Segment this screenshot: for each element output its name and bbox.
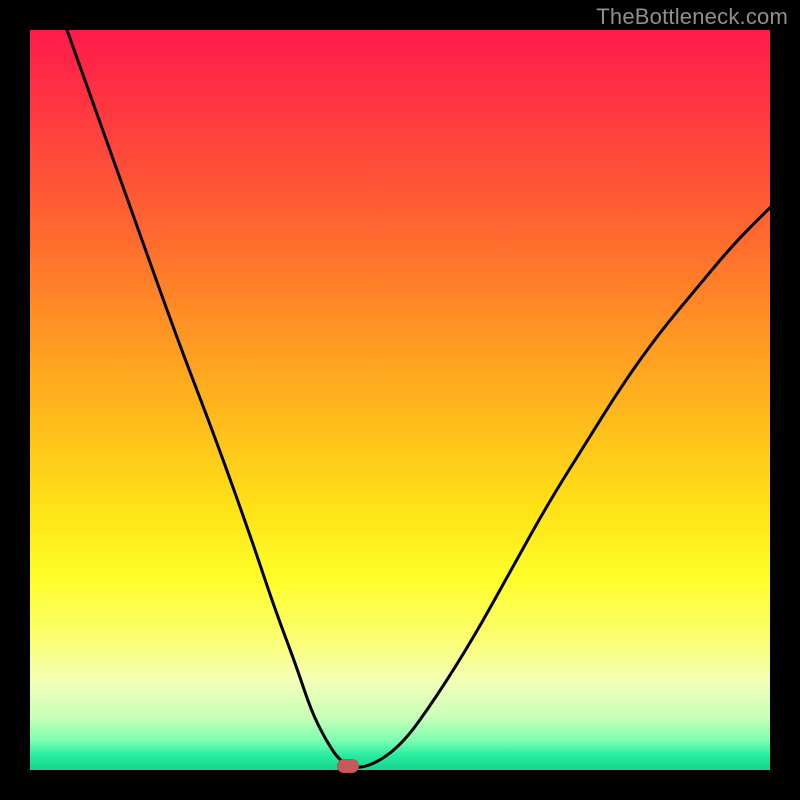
plot-area — [30, 30, 770, 770]
optimal-point-marker — [337, 759, 359, 773]
bottleneck-curve — [30, 30, 770, 770]
chart-frame: TheBottleneck.com — [0, 0, 800, 800]
watermark-text: TheBottleneck.com — [596, 4, 788, 30]
